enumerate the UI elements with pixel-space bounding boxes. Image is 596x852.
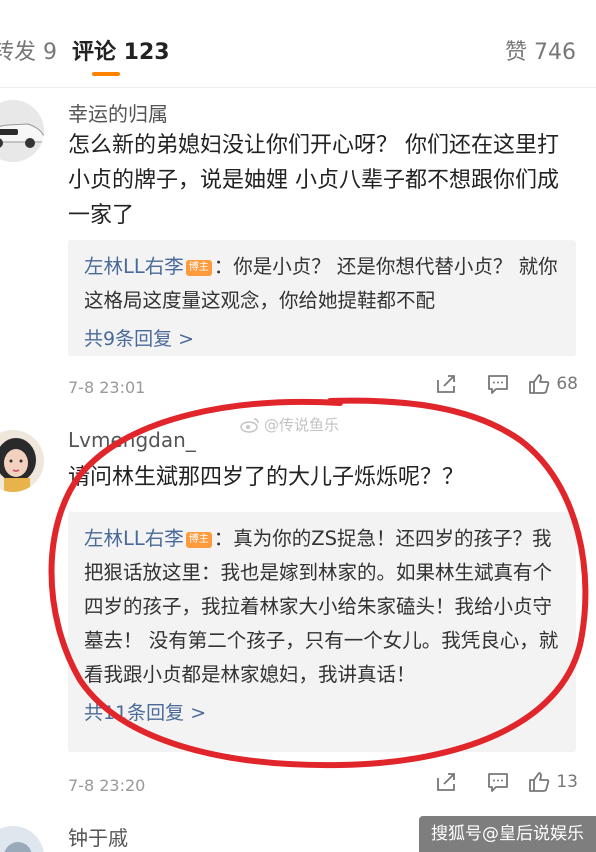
weibo-logo-icon [240,417,259,433]
source-footer: 搜狐号@皇后说娱乐 [419,816,596,852]
comment-actions: 13 [420,770,578,794]
comment-time: 7-8 23:01 [68,378,146,397]
comment-icon[interactable] [472,372,524,396]
reply-text: 左林LL右李 博主 ：真为你的ZS捉急！还四岁的孩子？我把狠话放这里：我也是嫁到林家… [84,522,562,692]
comment-tab-bar: 转发 9 评论 123 赞 746 [0,0,596,88]
comment-icon[interactable] [472,770,524,794]
avatar[interactable] [0,826,44,852]
comment-username[interactable]: 幸运的归属 [68,98,168,127]
car-avatar-image [0,100,44,162]
reply-preview[interactable]: 左林LL右李 博主 ：真为你的ZS捉急！还四岁的孩子？我把狠话放这里：我也是嫁到林家… [68,512,576,752]
like-count: 13 [556,772,578,792]
reply-count-link[interactable]: 共9条回复 > [84,324,562,351]
avatar[interactable] [0,100,44,162]
reply-author[interactable]: 左林LL右李 [84,255,184,278]
comment-text: 请问林生斌那四岁了的大儿子烁烁呢？？ [68,465,465,490]
active-tab-indicator [92,72,120,76]
blogger-badge: 博主 [185,532,212,548]
comment-time: 7-8 23:20 [68,776,146,795]
share-icon[interactable] [420,372,472,396]
watermark: @传说鱼乐 [240,414,339,435]
tab-repost[interactable]: 转发 9 [0,34,57,66]
reply-body: ：真为你的ZS捉急！还四岁的孩子？我把狠话放这里：我也是嫁到林家的。如果林生斌真… [84,527,559,686]
comment-item: Lvmengdan_ 请问林生斌那四岁了的大儿子烁烁呢？？ 左林LL右李 博主 ：真… [0,420,596,800]
tab-likes[interactable]: 赞 746 [505,34,576,66]
reply-preview[interactable]: 左林LL右李 博主 ：你是小贞？ 还是你想代替小贞？ 就你这格局这度量这观念，你给她… [68,240,576,356]
person-avatar-image [0,430,44,492]
share-icon[interactable] [420,770,472,794]
like-count: 68 [556,374,578,394]
comment-item: 幸运的归属 怎么新的弟媳妇没让你们开心呀？ 你们还在这里打小贞的牌子，说是妯娌 … [0,92,596,402]
comment-actions: 68 [420,372,578,396]
tab-comments[interactable]: 评论 123 [72,34,170,66]
comment-username[interactable]: 钟于戚 [68,822,128,851]
avatar-image [0,826,44,852]
like-icon[interactable] [524,770,554,794]
reply-author[interactable]: 左林LL右李 [84,527,184,550]
watermark-text: @传说鱼乐 [264,416,340,434]
reply-count-link[interactable]: 共11条回复 > [84,698,562,725]
comment-username[interactable]: Lvmengdan_ [68,428,196,452]
like-icon[interactable] [524,372,554,396]
avatar[interactable] [0,430,44,492]
blogger-badge: 博主 [185,260,212,276]
comment-text: 怎么新的弟媳妇没让你们开心呀？ 你们还在这里打小贞的牌子，说是妯娌 小贞八辈子都… [68,133,559,228]
reply-text: 左林LL右李 博主 ：你是小贞？ 还是你想代替小贞？ 就你这格局这度量这观念，你给她… [84,250,562,318]
